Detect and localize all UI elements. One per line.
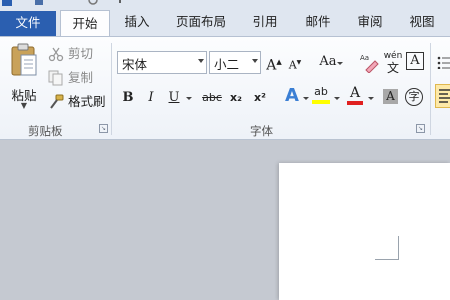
change-case-label: Aa <box>319 54 337 69</box>
underline-button[interactable]: U <box>166 88 182 108</box>
group-separator <box>430 43 431 135</box>
tab-view[interactable]: 视图 <box>400 8 444 36</box>
customize-qat-icon[interactable] <box>118 0 128 6</box>
grow-font-button[interactable]: A▲ <box>265 52 283 74</box>
save-icon[interactable] <box>34 0 44 6</box>
tab-review[interactable]: 审阅 <box>348 8 392 36</box>
character-shading-button[interactable]: A <box>383 89 398 104</box>
font-group-label: 字体 <box>250 124 273 138</box>
highlight-color-swatch <box>312 100 330 104</box>
text-effects-label: A <box>285 85 299 106</box>
highlight-dropdown-caret[interactable] <box>334 97 340 100</box>
margin-corner-mark <box>375 236 399 260</box>
phonetic-guide-button[interactable]: wén 文 <box>382 50 404 74</box>
clipboard-group-label: 剪贴板 <box>28 124 63 138</box>
group-separator <box>111 43 112 135</box>
change-case-dropdown-caret[interactable] <box>337 62 343 65</box>
font-dialog-launcher[interactable]: ↘ <box>416 124 425 133</box>
italic-button[interactable]: I <box>143 88 159 108</box>
font-size-combo[interactable]: 小二 <box>209 51 261 74</box>
format-painter-label: 格式刷 <box>68 94 106 109</box>
subscript-button[interactable]: x₂ <box>226 88 246 108</box>
chevron-down-icon <box>198 59 204 63</box>
paste-button[interactable]: 粘贴 ▼ <box>6 41 42 119</box>
ribbon-tabs: 文件 开始 插入 页面布局 引用 邮件 审阅 视图 <box>0 8 450 37</box>
clear-formatting-icon[interactable]: Aa <box>358 51 380 73</box>
align-left-button[interactable] <box>435 84 450 108</box>
bullets-icon[interactable] <box>437 55 450 69</box>
font-size-value: 小二 <box>214 57 240 72</box>
phonetic-guide-label: wén <box>383 51 403 61</box>
character-border-label: A <box>410 53 420 68</box>
text-effects-dropdown-caret[interactable] <box>303 97 309 100</box>
tab-file[interactable]: 文件 <box>0 11 56 36</box>
shrink-font-label: A <box>288 58 297 72</box>
character-border-button[interactable]: A <box>406 52 424 70</box>
copy-label: 复制 <box>68 70 94 85</box>
format-painter-icon <box>50 94 64 109</box>
font-color-dropdown-caret[interactable] <box>368 97 374 100</box>
tab-page-layout[interactable]: 页面布局 <box>166 8 236 36</box>
enclose-characters-label: 字 <box>408 90 420 103</box>
font-name-combo[interactable]: 宋体 <box>117 51 207 74</box>
redo-icon[interactable] <box>88 0 98 6</box>
tab-references[interactable]: 引用 <box>243 8 287 36</box>
tab-mailings[interactable]: 邮件 <box>296 8 340 36</box>
text-effects-button[interactable]: A <box>282 86 302 106</box>
ribbon-home: 粘贴 ▼ 剪切 复制 格式刷 剪贴板 ↘ 宋体 小二 A▲ A▼ Aa Aa w… <box>0 36 450 140</box>
bold-button[interactable]: B <box>120 88 136 108</box>
superscript-label: x² <box>254 91 266 104</box>
font-color-label: A <box>349 85 361 101</box>
strikethrough-button[interactable]: abc <box>200 88 224 108</box>
copy-icon <box>48 70 63 86</box>
font-color-swatch <box>347 101 363 105</box>
highlight-label: ab <box>314 85 328 98</box>
enclose-characters-button[interactable]: 字 <box>405 88 423 106</box>
grow-font-label: A <box>266 57 277 74</box>
superscript-button[interactable]: x² <box>250 88 270 108</box>
document-page[interactable] <box>279 163 450 300</box>
chevron-down-icon <box>252 59 258 63</box>
align-left-icon <box>439 89 450 103</box>
italic-label: I <box>148 90 154 105</box>
wen-glyph: 文 <box>386 61 399 75</box>
shrink-font-button[interactable]: A▼ <box>287 53 303 73</box>
underline-dropdown-caret[interactable] <box>186 97 192 100</box>
scissors-icon <box>48 47 64 62</box>
strikethrough-label: abc <box>202 91 222 104</box>
underline-label: U <box>168 90 180 105</box>
paste-dropdown-caret[interactable]: ▼ <box>6 101 42 110</box>
word-icon <box>2 0 12 6</box>
bold-label: B <box>122 90 134 105</box>
quick-access-toolbar <box>0 0 450 8</box>
svg-text:Aa: Aa <box>360 54 369 62</box>
paste-icon <box>11 43 37 76</box>
tab-home[interactable]: 开始 <box>60 10 110 37</box>
font-name-value: 宋体 <box>122 57 148 72</box>
tab-insert[interactable]: 插入 <box>113 8 161 36</box>
clipboard-dialog-launcher[interactable]: ↘ <box>99 124 108 133</box>
character-shading-label: A <box>386 89 395 103</box>
cut-label: 剪切 <box>68 46 94 61</box>
subscript-label: x₂ <box>230 91 242 104</box>
